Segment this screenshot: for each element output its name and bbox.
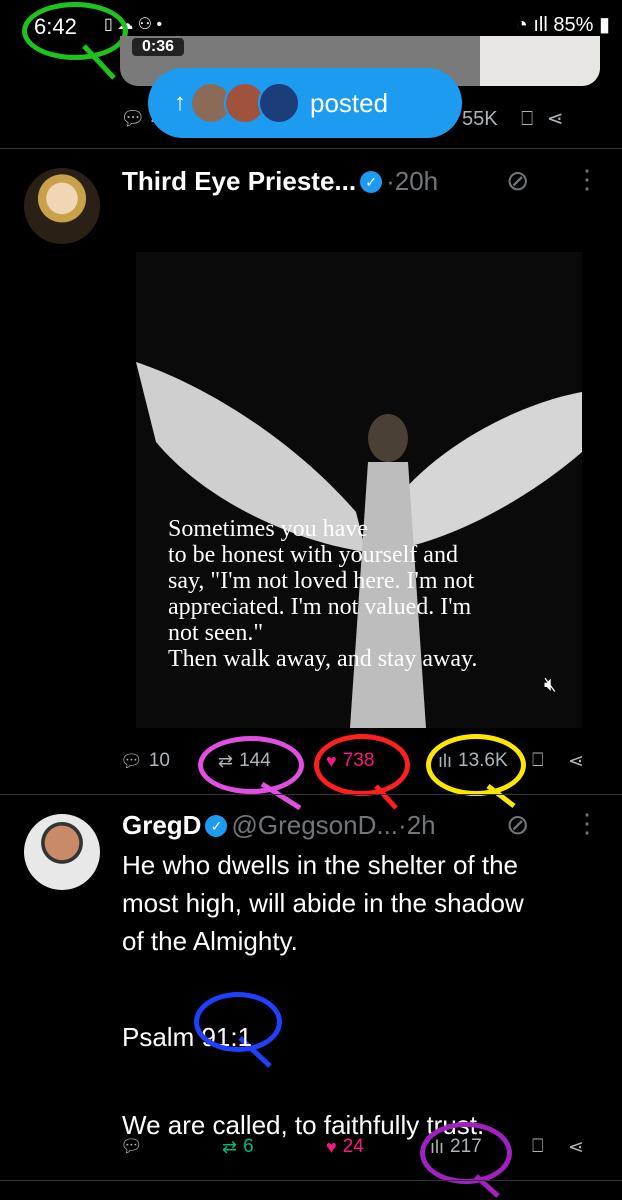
avatar[interactable] [24,814,100,890]
reply-button[interactable]: 💬︎ [120,1136,149,1157]
bookmark-icon: ⎕ [532,1136,544,1157]
more-icon[interactable]: ⋮ [574,808,600,839]
grok-icon[interactable]: ⊘ [506,808,529,841]
divider [0,794,622,795]
share-button[interactable]: ⋖ [568,1136,584,1159]
like-icon: ♥ [326,1136,337,1157]
like-button[interactable]: ♥ 24 [326,1136,364,1158]
share-icon: ⋖ [568,1137,584,1158]
highlight-circle-blue [194,992,282,1052]
tweet-text: He who dwells in the shelter of the most… [122,846,602,1144]
highlight-circle-purple [420,1122,512,1184]
reply-icon: 💬︎ [120,1136,143,1156]
display-name[interactable]: GregD [122,810,201,841]
tweet-time[interactable]: 2h [407,810,436,841]
repost-button[interactable]: ⇄ 6 [222,1136,254,1158]
handle[interactable]: @GregsonD... [231,810,398,841]
divider [0,1180,622,1181]
verified-icon: ✓ [205,814,228,837]
bookmark-button[interactable]: ⎕ [532,1136,543,1158]
tweet2-header: GregD ✓ @GregsonD... · 2h [122,810,436,841]
repost-icon: ⇄ [222,1136,238,1157]
